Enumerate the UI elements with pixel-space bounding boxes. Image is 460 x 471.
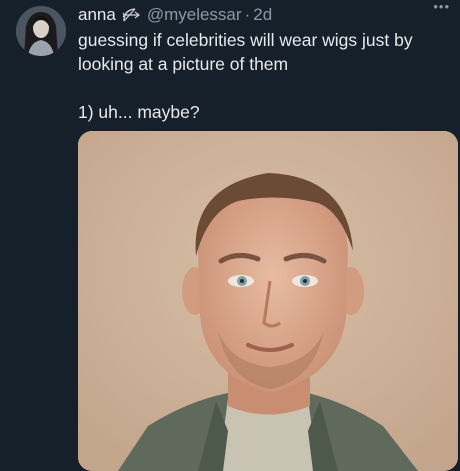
avatar-image — [16, 6, 66, 56]
tweet-text: guessing if celebrities will wear wigs j… — [78, 28, 450, 124]
tweet-header: anna @myelessar · 2d — [78, 4, 450, 26]
bow-and-arrow-icon — [121, 6, 141, 24]
tweet-text-line-1: guessing if celebrities will wear wigs j… — [78, 30, 413, 74]
tweet[interactable]: anna @myelessar · 2d ••• guessing if cel… — [0, 0, 460, 471]
timestamp[interactable]: 2d — [253, 5, 272, 25]
more-options-icon[interactable]: ••• — [428, 0, 450, 14]
tweet-text-line-2: 1) uh... maybe? — [78, 102, 200, 122]
avatar[interactable] — [16, 6, 66, 56]
user-handle[interactable]: @myelessar — [147, 5, 242, 25]
display-name[interactable]: anna — [78, 5, 116, 25]
man-portrait-photo — [78, 131, 458, 471]
separator-dot: · — [244, 5, 251, 24]
tweet-photo[interactable] — [78, 131, 458, 471]
